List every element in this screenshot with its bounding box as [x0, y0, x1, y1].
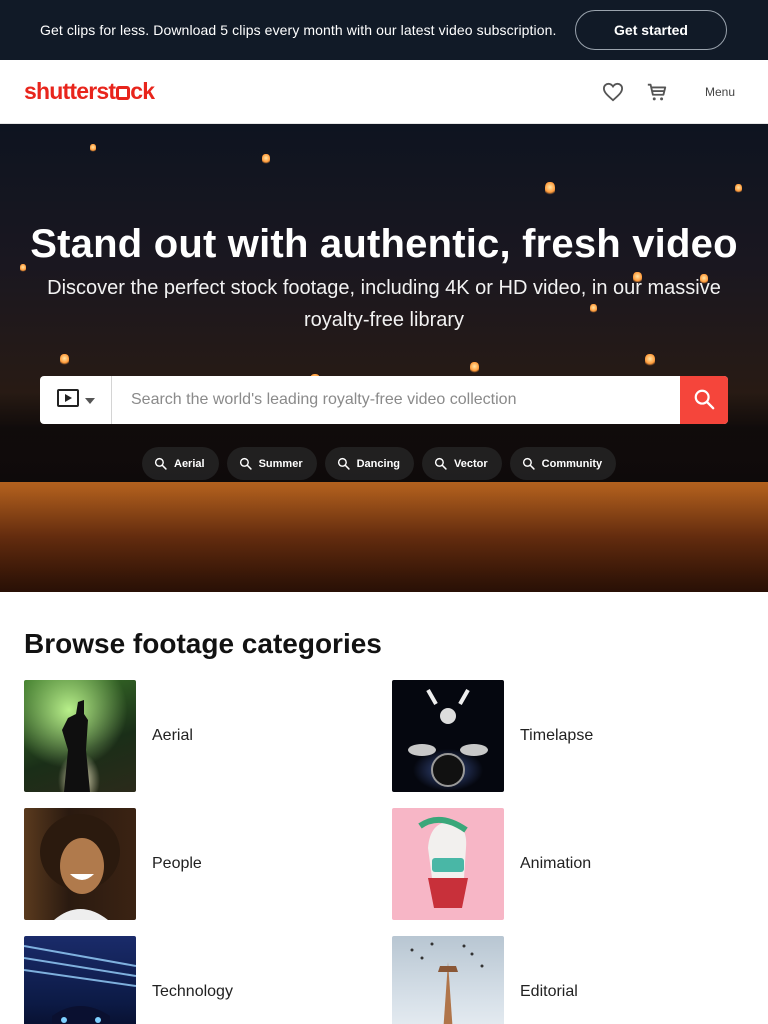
category-animation[interactable]: Animation	[392, 808, 591, 920]
video-icon	[56, 388, 79, 412]
chip-aerial[interactable]: Aerial	[142, 447, 219, 480]
chip-community[interactable]: Community	[509, 447, 617, 480]
site-header: shutterst ck Menu	[0, 60, 768, 124]
chip-label: Aerial	[174, 457, 205, 470]
search-icon	[239, 457, 252, 470]
category-editorial[interactable]: Editorial	[392, 936, 578, 1024]
category-label: Timelapse	[520, 727, 594, 744]
search-icon	[693, 388, 715, 413]
get-started-button[interactable]: Get started	[575, 10, 727, 50]
logo-o-mark	[115, 85, 130, 100]
chip-label: Summer	[258, 457, 303, 470]
category-label: Animation	[520, 855, 592, 872]
category-thumbnail	[392, 808, 504, 920]
promo-bar: Get clips for less. Download 5 clips eve…	[0, 0, 768, 60]
hero-subtitle: Discover the perfect stock footage, incl…	[47, 277, 721, 331]
suggested-searches: Aerial Summer Dancing Vector Community	[142, 447, 617, 480]
category-label: People	[152, 855, 202, 872]
category-thumbnail	[24, 936, 136, 1024]
logo-text-start: shutterst	[24, 78, 116, 104]
categories-heading: Browse footage categories	[24, 628, 382, 659]
search-bar	[40, 376, 728, 424]
search-button[interactable]	[680, 376, 728, 424]
search-icon	[337, 457, 350, 470]
category-people[interactable]: People	[24, 808, 202, 920]
media-type-select[interactable]	[40, 376, 112, 424]
chip-summer[interactable]: Summer	[226, 447, 317, 480]
logo-text-end: ck	[130, 78, 155, 104]
chip-vector[interactable]: Vector	[422, 447, 502, 480]
search-input[interactable]	[112, 376, 680, 424]
category-thumbnail	[392, 936, 504, 1024]
hero-section: Stand out with authentic, fresh video Di…	[0, 124, 768, 592]
category-thumbnail	[24, 808, 136, 920]
category-thumbnail	[24, 680, 136, 792]
category-label: Aerial	[152, 727, 193, 744]
category-label: Technology	[152, 983, 233, 1000]
chip-dancing[interactable]: Dancing	[324, 447, 415, 480]
cart-icon[interactable]	[645, 80, 669, 104]
chip-label: Community	[541, 457, 603, 470]
chip-label: Vector	[454, 457, 488, 470]
search-icon	[434, 457, 447, 470]
chevron-down-icon	[84, 391, 95, 409]
promo-text: Get clips for less. Download 5 clips eve…	[40, 22, 557, 38]
heart-icon[interactable]	[601, 80, 625, 104]
category-technology[interactable]: Technology	[24, 936, 233, 1024]
menu-button[interactable]: Menu	[705, 85, 735, 99]
category-thumbnail	[392, 680, 504, 792]
chip-label: Dancing	[356, 457, 401, 470]
shutterstock-logo[interactable]: shutterst ck	[24, 78, 155, 105]
search-icon	[154, 457, 167, 470]
category-aerial[interactable]: Aerial	[24, 680, 193, 792]
search-icon	[522, 457, 535, 470]
category-label: Editorial	[520, 983, 578, 1000]
hero-title: Stand out with authentic, fresh video	[30, 222, 738, 266]
category-timelapse[interactable]: Timelapse	[392, 680, 593, 792]
